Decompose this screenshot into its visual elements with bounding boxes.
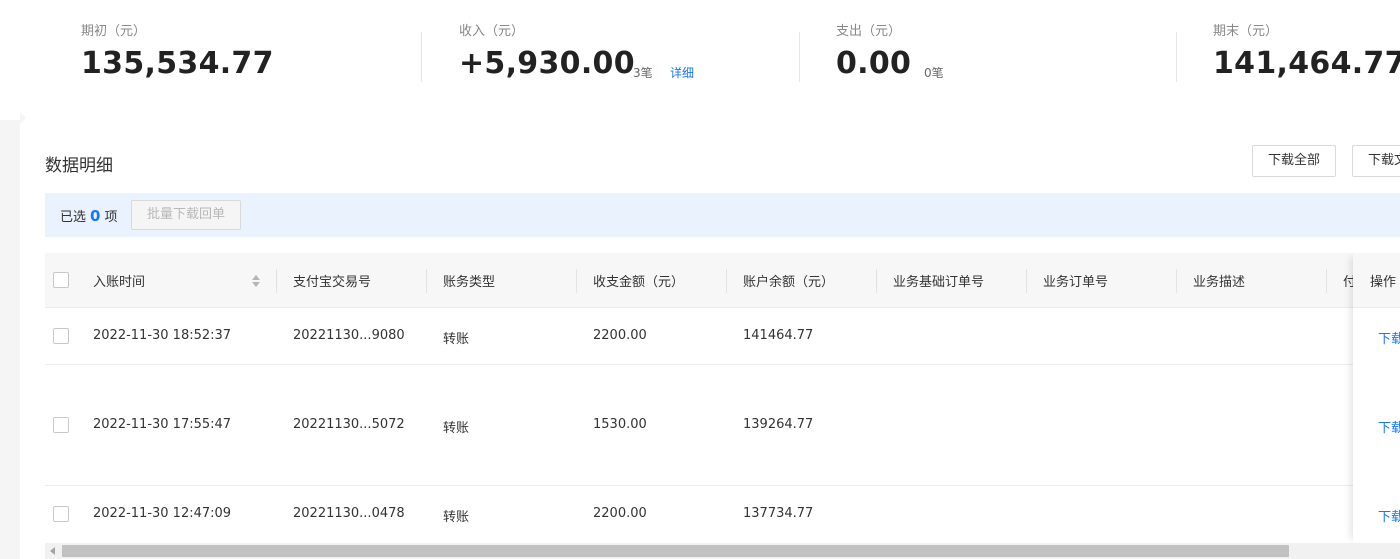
selection-bar: 已选 0 项 批量下载回单 <box>45 193 1400 237</box>
section-title: 数据明细 <box>45 156 113 176</box>
row-time: 2022-11-30 18:52:37 <box>93 328 232 343</box>
income-value: +5,930.00 <box>459 46 635 81</box>
scrollbar-thumb[interactable] <box>62 545 1289 557</box>
row-amount: 1530.00 <box>593 417 647 432</box>
selection-prefix: 已选 <box>60 210 87 225</box>
column-divider <box>1326 269 1327 293</box>
column-header-action: 操作 <box>1370 275 1397 290</box>
summary-divider <box>799 32 800 82</box>
download-other-button[interactable]: 下载文 <box>1352 145 1400 177</box>
column-header-base-order: 业务基础订单号 <box>893 275 985 290</box>
balance-summary: 期初（元） 135,534.77 收入（元） +5,930.00 3笔 详细 支… <box>20 0 1400 118</box>
expense-count: 0笔 <box>924 66 944 80</box>
row-checkbox[interactable] <box>53 417 69 433</box>
column-header-balance: 账户余额（元） <box>743 275 835 290</box>
left-gutter <box>0 0 26 559</box>
row-trade-no: 20221130...9080 <box>293 328 405 343</box>
column-divider <box>576 269 577 293</box>
row-amount: 2200.00 <box>593 328 647 343</box>
select-all-checkbox[interactable] <box>53 272 69 288</box>
column-divider <box>1026 269 1027 293</box>
row-type: 转账 <box>443 421 470 436</box>
column-divider <box>1176 269 1177 293</box>
row-checkbox[interactable] <box>53 328 69 344</box>
selection-count: 0 <box>90 207 101 225</box>
opening-value: 135,534.77 <box>81 46 274 81</box>
summary-divider <box>1176 32 1177 82</box>
closing-label: 期末（元） <box>1213 24 1279 39</box>
selection-status: 已选 0 项 <box>60 206 117 225</box>
income-count: 3笔 <box>633 66 653 80</box>
download-receipt-link[interactable]: 下载 <box>1378 328 1400 347</box>
column-divider <box>276 269 277 293</box>
action-column: 操作 下载 下载 下载 <box>1353 253 1400 543</box>
row-time: 2022-11-30 12:47:09 <box>93 506 232 521</box>
column-header-order: 业务订单号 <box>1043 275 1109 290</box>
sort-icon[interactable] <box>251 273 261 289</box>
opening-label: 期初（元） <box>81 24 147 39</box>
expense-value: 0.00 <box>836 46 912 81</box>
row-balance: 139264.77 <box>743 417 814 432</box>
expense-label: 支出（元） <box>836 24 902 39</box>
row-checkbox[interactable] <box>53 506 69 522</box>
column-divider <box>726 269 727 293</box>
row-trade-no: 20221130...0478 <box>293 506 405 521</box>
summary-divider <box>421 32 422 82</box>
row-time: 2022-11-30 17:55:47 <box>93 417 232 432</box>
download-receipt-link[interactable]: 下载 <box>1378 417 1400 436</box>
closing-value: 141,464.77 <box>1213 46 1400 81</box>
download-all-button[interactable]: 下载全部 <box>1252 145 1337 177</box>
income-label: 收入（元） <box>459 24 525 39</box>
column-header-time[interactable]: 入账时间 <box>93 271 145 290</box>
download-receipt-link[interactable]: 下载 <box>1378 506 1400 525</box>
row-trade-no: 20221130...5072 <box>293 417 405 432</box>
selection-suffix: 项 <box>104 210 118 225</box>
column-divider <box>876 269 877 293</box>
row-balance: 141464.77 <box>743 328 814 343</box>
action-column-header: 操作 <box>1353 253 1400 308</box>
column-header-type: 账务类型 <box>443 275 496 290</box>
income-detail-link[interactable]: 详细 <box>670 64 694 81</box>
table-row: 2022-11-30 12:47:09 20221130...0478 转账 2… <box>45 486 1400 543</box>
horizontal-scrollbar[interactable] <box>45 543 1400 559</box>
column-header-amount: 收支金额（元） <box>593 275 685 290</box>
scroll-left-arrow-icon[interactable] <box>50 547 55 555</box>
column-header-trade-no: 支付宝交易号 <box>293 275 372 290</box>
table-header: 入账时间 支付宝交易号 账务类型 收支金额（元） 账户余额（元） 业务基础订单号… <box>45 253 1400 308</box>
column-divider <box>426 269 427 293</box>
table-row: 2022-11-30 17:55:47 20221130...5072 转账 1… <box>45 365 1400 486</box>
row-balance: 137734.77 <box>743 506 814 521</box>
row-amount: 2200.00 <box>593 506 647 521</box>
column-header-description: 业务描述 <box>1193 275 1246 290</box>
row-type: 转账 <box>443 510 470 525</box>
batch-download-button[interactable]: 批量下载回单 <box>131 200 242 230</box>
row-type: 转账 <box>443 332 470 347</box>
table-row: 2022-11-30 18:52:37 20221130...9080 转账 2… <box>45 308 1400 365</box>
transactions-table: 入账时间 支付宝交易号 账务类型 收支金额（元） 账户余额（元） 业务基础订单号… <box>45 253 1400 543</box>
